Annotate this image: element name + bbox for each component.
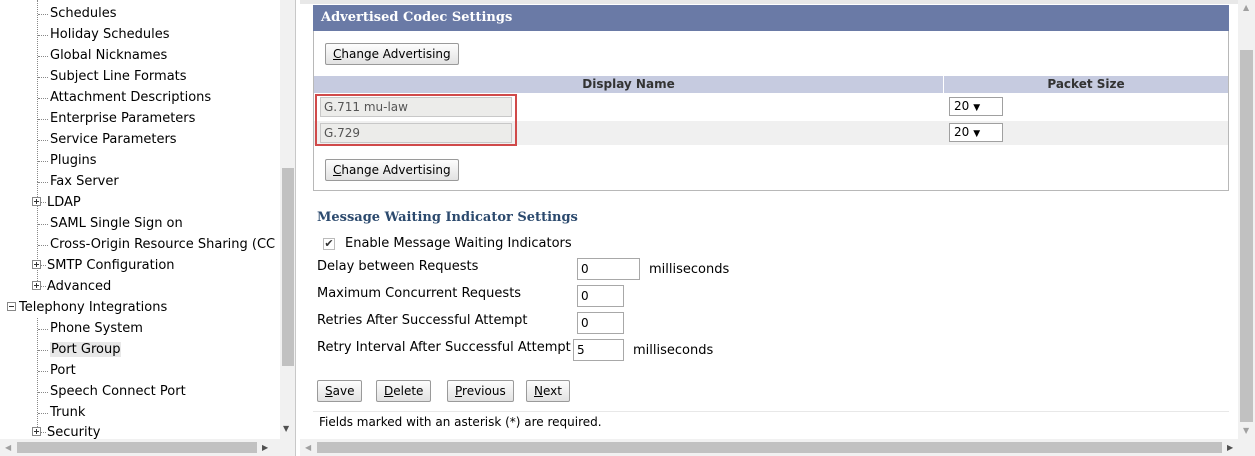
delay-unit-label: milliseconds <box>649 262 730 277</box>
scroll-down-arrow-icon[interactable]: ▼ <box>283 424 289 433</box>
content-hscroll-thumb[interactable] <box>317 442 1222 453</box>
tree-connector <box>37 318 38 431</box>
left-vertical-scrollbar[interactable]: ▼ <box>280 0 295 439</box>
column-header-packet-size: Packet Size <box>1047 77 1125 91</box>
left-hscroll-thumb[interactable] <box>17 442 257 453</box>
expand-plus-icon[interactable] <box>32 427 41 436</box>
highlight-box <box>315 94 517 146</box>
expand-plus-icon[interactable] <box>32 197 41 206</box>
expand-plus-icon[interactable] <box>32 260 41 269</box>
left-horizontal-scrollbar[interactable]: ◀ ▶ <box>0 439 295 456</box>
required-fields-note: Fields marked with an asterisk (*) are r… <box>313 411 1229 433</box>
tree-item-phone-system[interactable]: Phone System <box>38 319 143 339</box>
save-button[interactable]: Save <box>317 380 363 402</box>
tree-item-speech-connect-port[interactable]: Speech Connect Port <box>38 382 186 402</box>
tree-item-schedules[interactable]: Schedules <box>38 4 117 24</box>
column-divider <box>943 76 944 93</box>
retries-after-success-label: Retries After Successful Attempt <box>317 313 528 328</box>
tree-item-enterprise-parameters[interactable]: Enterprise Parameters <box>37 109 195 129</box>
navigation-tree: Schedules Holiday Schedules Global Nickn… <box>0 0 280 439</box>
tree-item-ldap[interactable]: LDAP <box>32 193 81 213</box>
tree-item-telephony-integrations[interactable]: Telephony Integrations <box>7 298 167 318</box>
packet-size-select[interactable]: 20 ▼ <box>949 123 1003 142</box>
content-scrollbar-thumb[interactable] <box>1240 50 1253 422</box>
change-advertising-button-bottom[interactable]: Change Advertising <box>325 159 459 181</box>
scroll-down-arrow-icon[interactable]: ▼ <box>1243 426 1249 435</box>
scroll-up-arrow-icon[interactable]: ▲ <box>1243 3 1249 12</box>
previous-button[interactable]: Previous <box>447 380 514 402</box>
tree-item-cors[interactable]: Cross-Origin Resource Sharing (CC <box>37 235 275 255</box>
scroll-left-arrow-icon[interactable]: ◀ <box>5 443 11 452</box>
tree-item-smtp-configuration[interactable]: SMTP Configuration <box>32 256 175 276</box>
enable-mwi-checkbox[interactable]: ✔ <box>323 238 335 250</box>
tree-item-advanced[interactable]: Advanced <box>32 277 111 297</box>
delay-between-requests-input[interactable]: 0 <box>577 258 640 280</box>
retries-after-success-input[interactable]: 0 <box>577 312 624 334</box>
scroll-right-arrow-icon[interactable]: ▶ <box>1227 443 1233 452</box>
collapse-minus-icon[interactable] <box>7 302 16 311</box>
tree-item-port[interactable]: Port <box>38 361 76 381</box>
codec-settings-panel: Change Advertising Display Name Packet S… <box>313 31 1229 191</box>
max-concurrent-requests-label: Maximum Concurrent Requests <box>317 286 522 301</box>
delay-between-requests-label: Delay between Requests <box>317 259 479 274</box>
delete-button[interactable]: Delete <box>376 380 432 402</box>
enable-mwi-label: Enable Message Waiting Indicators <box>345 236 572 251</box>
tree-item-port-group[interactable]: Port Group <box>37 340 122 360</box>
packet-size-select[interactable]: 20 ▼ <box>949 97 1003 116</box>
retry-interval-input[interactable]: 5 <box>573 339 624 361</box>
codec-section-header: Advertised Codec Settings <box>313 5 1229 31</box>
scroll-left-arrow-icon[interactable]: ◀ <box>305 443 311 452</box>
retry-interval-label: Retry Interval After Successful Attempt <box>317 340 571 355</box>
left-scrollbar-thumb[interactable] <box>282 168 294 366</box>
retry-interval-unit-label: milliseconds <box>633 343 714 358</box>
tree-item-subject-line-formats[interactable]: Subject Line Formats <box>38 67 187 87</box>
change-advertising-button-top[interactable]: Change Advertising <box>325 43 459 65</box>
codec-table-header: Display Name Packet Size <box>314 76 1228 93</box>
tree-item-security[interactable]: Security <box>32 423 100 439</box>
column-header-display-name: Display Name <box>582 77 675 91</box>
tree-item-service-parameters[interactable]: Service Parameters <box>38 130 177 150</box>
tree-item-holiday-schedules[interactable]: Holiday Schedules <box>38 25 170 45</box>
content-horizontal-scrollbar[interactable]: ◀ ▶ <box>300 439 1255 456</box>
scroll-right-arrow-icon[interactable]: ▶ <box>262 443 268 452</box>
mwi-section-title: Message Waiting Indicator Settings <box>317 210 578 225</box>
tree-item-saml-single-sign-on[interactable]: SAML Single Sign on <box>38 214 183 234</box>
content-area: Advertised Codec Settings Change Adverti… <box>313 0 1233 439</box>
tree-item-global-nicknames[interactable]: Global Nicknames <box>37 46 167 66</box>
dropdown-arrow-icon: ▼ <box>973 129 981 139</box>
content-vertical-scrollbar[interactable]: ▲ ▼ <box>1238 0 1255 439</box>
expand-plus-icon[interactable] <box>32 281 41 290</box>
max-concurrent-requests-input[interactable]: 0 <box>577 285 624 307</box>
dropdown-arrow-icon: ▼ <box>973 103 981 113</box>
next-button[interactable]: Next <box>526 380 570 402</box>
tree-item-plugins[interactable]: Plugins <box>38 151 97 171</box>
tree-item-fax-server[interactable]: Fax Server <box>38 172 119 192</box>
tree-item-trunk[interactable]: Trunk <box>37 403 85 423</box>
navigation-tree-panel: Schedules Holiday Schedules Global Nickn… <box>0 0 296 456</box>
tree-connector <box>37 0 38 182</box>
tree-item-attachment-descriptions[interactable]: Attachment Descriptions <box>37 88 211 108</box>
